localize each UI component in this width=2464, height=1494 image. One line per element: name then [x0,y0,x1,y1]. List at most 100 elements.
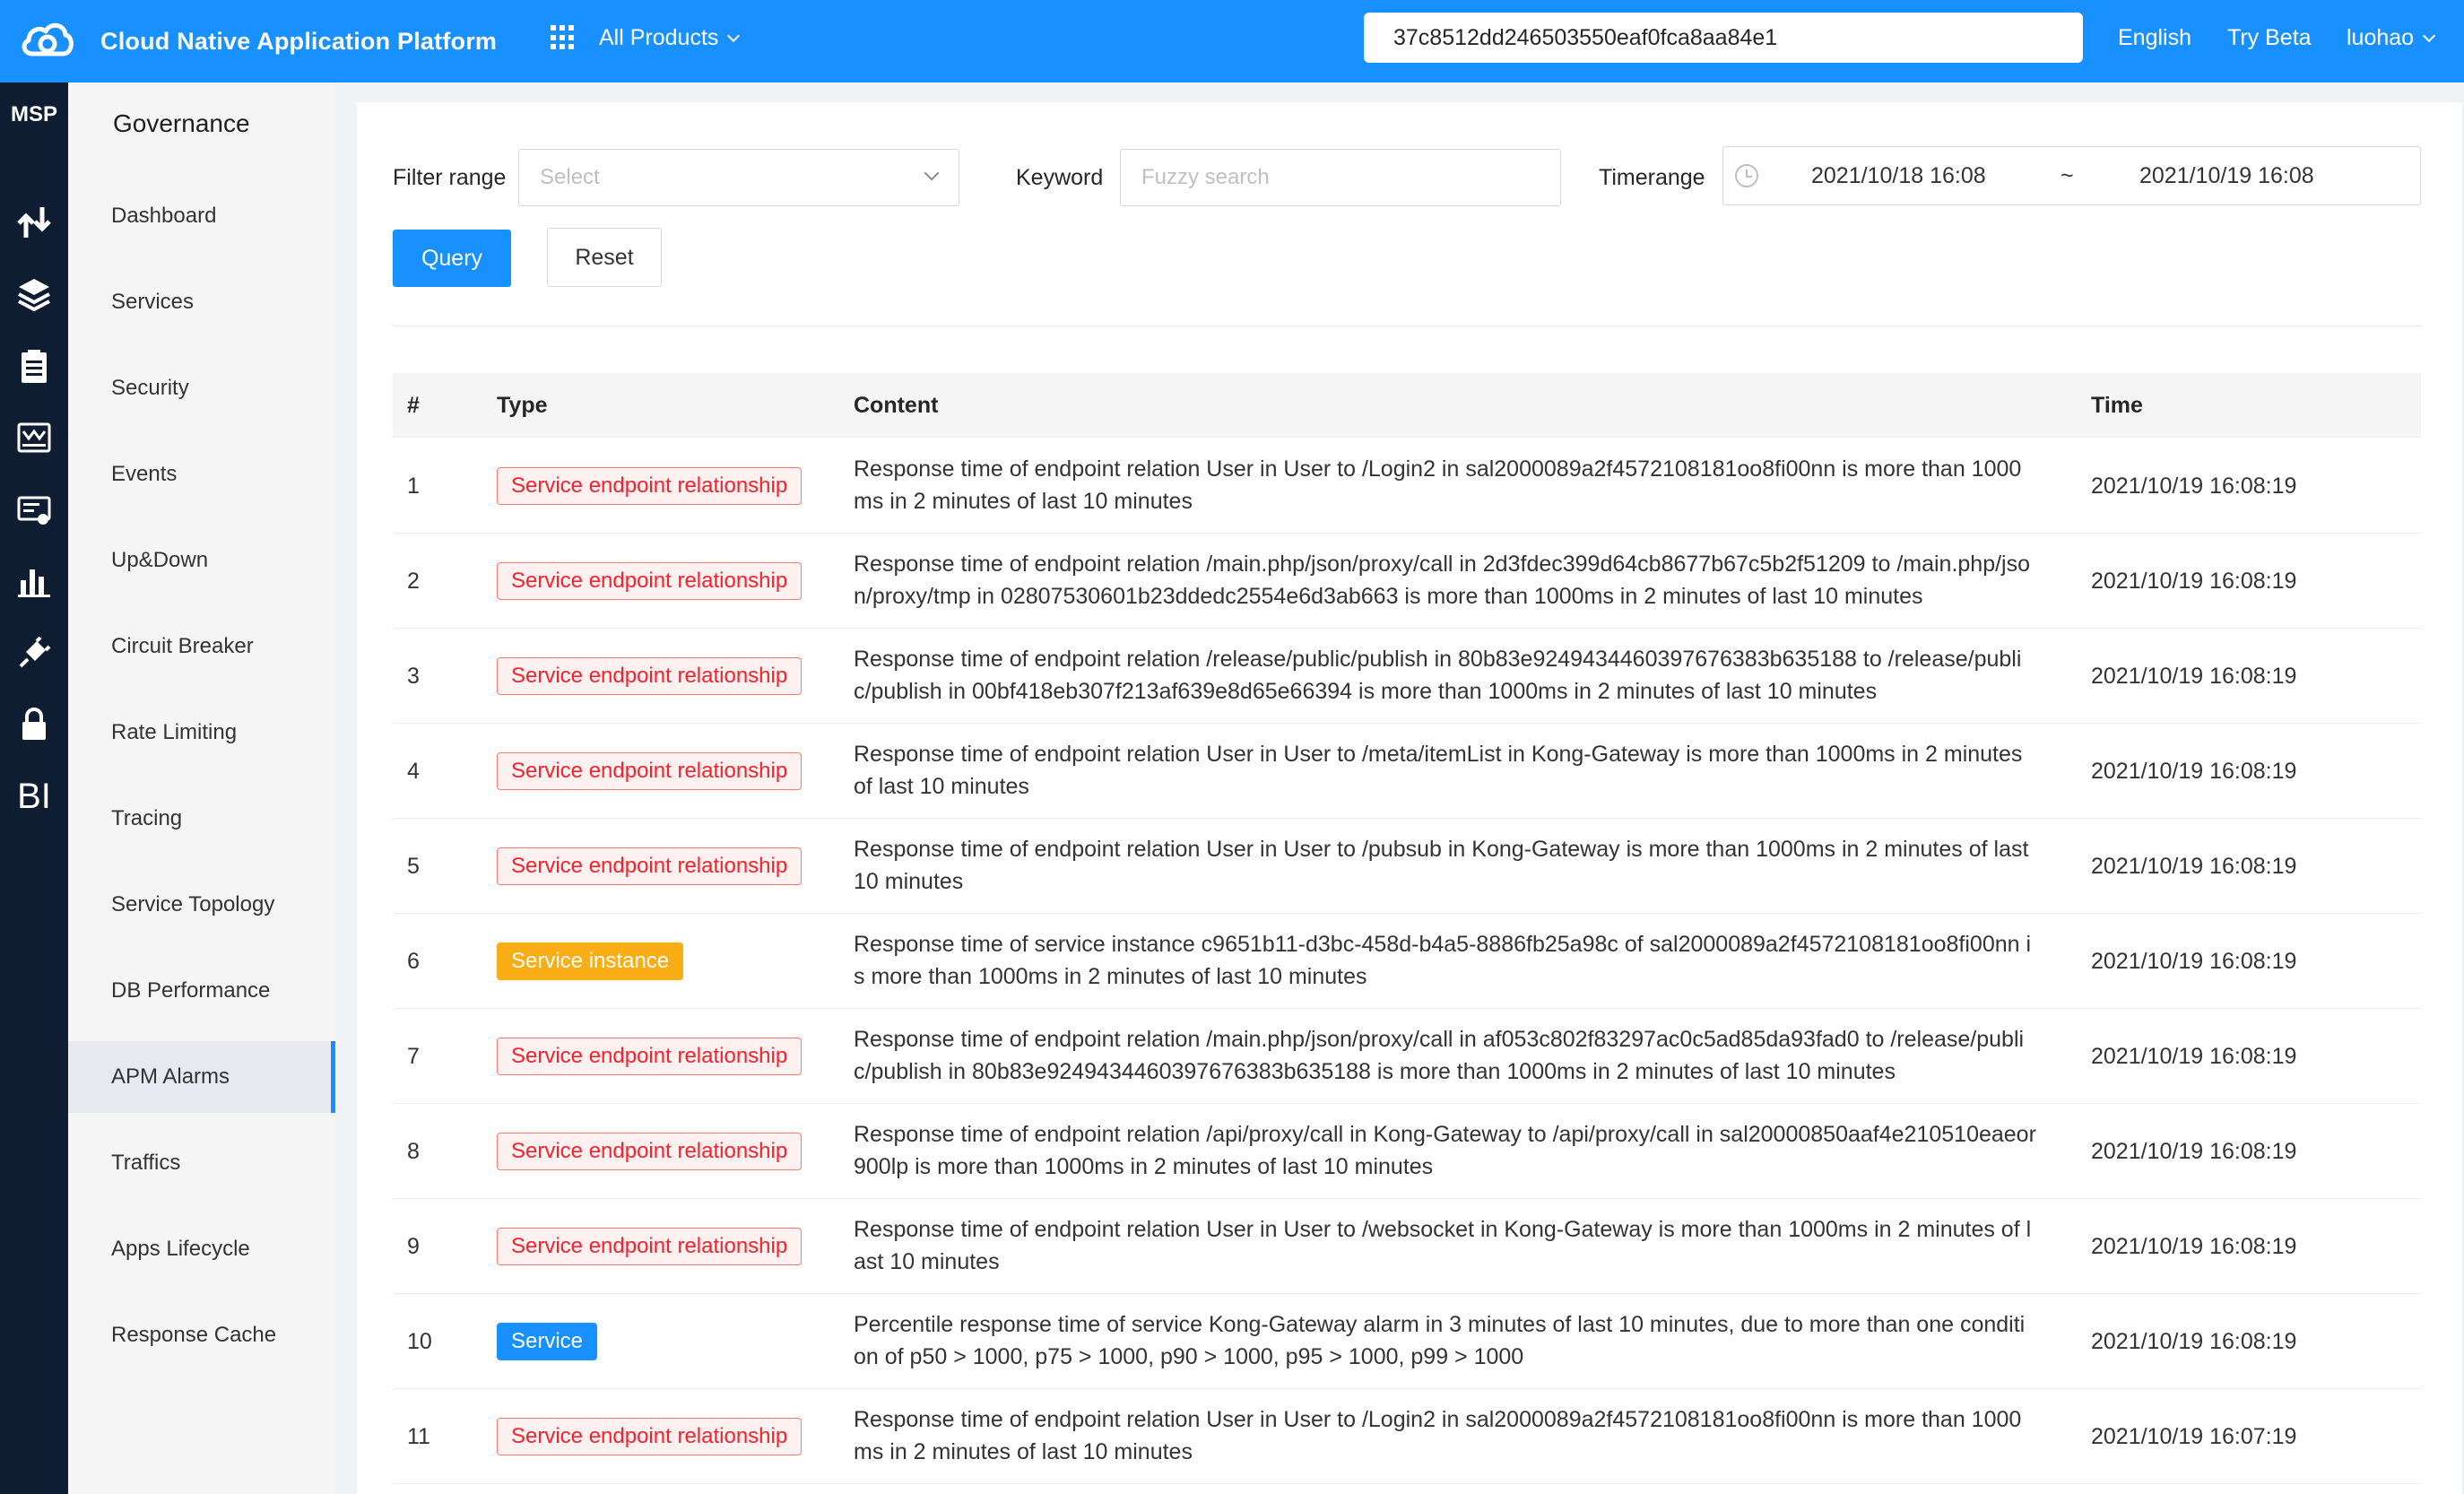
row-index: 9 [407,1234,420,1259]
table-row[interactable]: 4 Service endpoint relationship Response t… [393,724,2421,819]
lock-icon[interactable] [11,701,57,748]
bar-chart-icon[interactable] [11,558,57,604]
sidebar-item-rate-limiting[interactable]: Rate Limiting [68,697,335,769]
apps-grid-icon[interactable] [551,25,576,50]
config-card-icon[interactable] [11,486,57,533]
platform-title[interactable]: Cloud Native Application Platform [100,0,497,83]
sidebar-item-circuit-breaker[interactable]: Circuit Breaker [68,611,335,682]
try-beta-link[interactable]: Try Beta [2227,0,2312,75]
type-tag: Service endpoint relationship [497,562,803,600]
table-row[interactable]: 11 Service endpoint relationship Response … [393,1389,2421,1484]
time-end[interactable]: 2021/10/19 16:08 [2139,147,2314,204]
type-tag: Service endpoint relationship [497,1133,803,1170]
row-type-cell: Service endpoint relationship [497,819,803,914]
filter-range-placeholder: Select [540,165,600,189]
time-start[interactable]: 2021/10/18 16:08 [1811,147,1986,204]
table-row[interactable]: 1 Service endpoint relationship Response t… [393,439,2421,534]
table-row[interactable]: 3 Service endpoint relationship Response t… [393,629,2421,724]
row-type-cell: Service instance [497,914,684,1009]
table-row[interactable]: 7 Service endpoint relationship Response t… [393,1009,2421,1104]
type-tag: Service endpoint relationship [497,1418,803,1455]
type-tag: Service endpoint relationship [497,1038,803,1075]
reset-button[interactable]: Reset [547,228,662,287]
row-content: Response time of endpoint relation /api/… [854,1122,2036,1179]
filter-range-select[interactable]: Select [518,149,959,206]
type-tag: Service [497,1323,598,1360]
table-row[interactable]: 10 Service Percentile response time of ser… [393,1294,2421,1389]
row-content: Response time of endpoint relation /rele… [854,647,2022,704]
sidebar-item-apm-alarms[interactable]: APM Alarms [68,1041,335,1113]
table-row[interactable]: 8 Service endpoint relationship Response t… [393,1104,2421,1199]
row-content: Response time of endpoint relation /main… [854,552,2031,609]
user-name: luohao [2347,25,2415,50]
row-type-cell: Service endpoint relationship [497,534,803,629]
row-type-cell: Service endpoint relationship [497,1009,803,1104]
sidebar-item-security[interactable]: Security [68,352,335,424]
row-time: 2021/10/19 16:08:19 [2091,664,2297,689]
row-time: 2021/10/19 16:08:19 [2091,1234,2297,1259]
row-type-cell: Service endpoint relationship [497,1104,803,1199]
filter-range-label: Filter range [393,165,507,190]
row-time: 2021/10/19 16:08:19 [2091,759,2297,784]
row-index: 8 [407,1139,420,1164]
chevron-down-icon [727,29,741,43]
row-content: Response time of endpoint relation User … [854,1407,2022,1464]
row-index: 10 [407,1329,432,1354]
column-header-content: Content [854,393,939,418]
table-row[interactable]: 9 Service endpoint relationship Response t… [393,1199,2421,1294]
language-switch[interactable]: English [2118,0,2191,75]
sidebar: Governance Dashboard Services Security E… [68,83,335,1494]
query-button[interactable]: Query [393,230,511,287]
type-tag: Service endpoint relationship [497,1228,803,1265]
sidebar-item-dashboard[interactable]: Dashboard [68,180,335,252]
arrows-updown-icon[interactable] [11,199,57,246]
chevron-down-icon [2423,29,2436,43]
sidebar-item-services[interactable]: Services [68,266,335,338]
keyword-search-input[interactable]: Fuzzy search [1120,149,1561,206]
sidebar-item-response-cache[interactable]: Response Cache [68,1299,335,1371]
time-separator: ~ [2061,163,2074,188]
cloud-logo-icon[interactable] [20,16,75,65]
table-row[interactable]: 6 Service instance Response time of servic… [393,914,2421,1009]
row-index: 2 [407,569,420,594]
global-search-input[interactable]: 37c8512dd246503550eaf0fca8aa84e1 [1364,13,2083,63]
sidebar-item-db-performance[interactable]: DB Performance [68,955,335,1027]
main-content: Filter range Select Keyword Fuzzy search… [357,102,2462,1494]
sidebar-item-events[interactable]: Events [68,439,335,510]
sidebar-item-traffics[interactable]: Traffics [68,1127,335,1199]
chevron-down-icon [924,165,940,181]
bi-icon[interactable]: BI [7,773,61,820]
row-time: 2021/10/19 16:08:19 [2091,569,2297,594]
rail-title[interactable]: MSP [0,102,68,127]
row-index: 1 [407,473,420,499]
table-row[interactable]: 2 Service endpoint relationship Response t… [393,534,2421,629]
row-content: Response time of service instance c9651b… [854,932,2032,989]
row-index: 7 [407,1044,420,1069]
row-content: Response time of endpoint relation /main… [854,1027,2025,1084]
row-time: 2021/10/19 16:08:19 [2091,949,2297,974]
user-menu[interactable]: luohao [2347,0,2436,75]
sidebar-item-apps-lifecycle[interactable]: Apps Lifecycle [68,1213,335,1285]
row-content: Response time of endpoint relation User … [854,1217,2032,1274]
type-tag: Service endpoint relationship [497,752,803,790]
plug-icon[interactable] [11,630,57,676]
keyword-label: Keyword [1016,165,1104,190]
sidebar-item-tracing[interactable]: Tracing [68,783,335,855]
monitor-chart-icon[interactable] [11,414,57,461]
layers-icon[interactable] [11,271,57,317]
timerange-picker[interactable]: 2021/10/18 16:08 ~ 2021/10/19 16:08 [1722,146,2421,205]
sidebar-item-up-down[interactable]: Up&Down [68,525,335,596]
row-index: 5 [407,854,420,879]
row-content: Response time of endpoint relation User … [854,837,2029,894]
table-row[interactable]: 5 Service endpoint relationship Response t… [393,819,2421,914]
sidebar-item-service-topology[interactable]: Service Topology [68,869,335,941]
type-tag: Service endpoint relationship [497,657,803,695]
table-header: # Type Content Time [393,373,2421,438]
row-time: 2021/10/19 16:08:19 [2091,854,2297,879]
row-index: 11 [407,1424,430,1449]
column-header-index: # [407,393,420,418]
row-content: Response time of endpoint relation User … [854,456,2022,514]
type-tag: Service instance [497,942,684,980]
all-products-menu[interactable]: All Products [599,0,741,75]
clipboard-icon[interactable] [11,343,57,389]
